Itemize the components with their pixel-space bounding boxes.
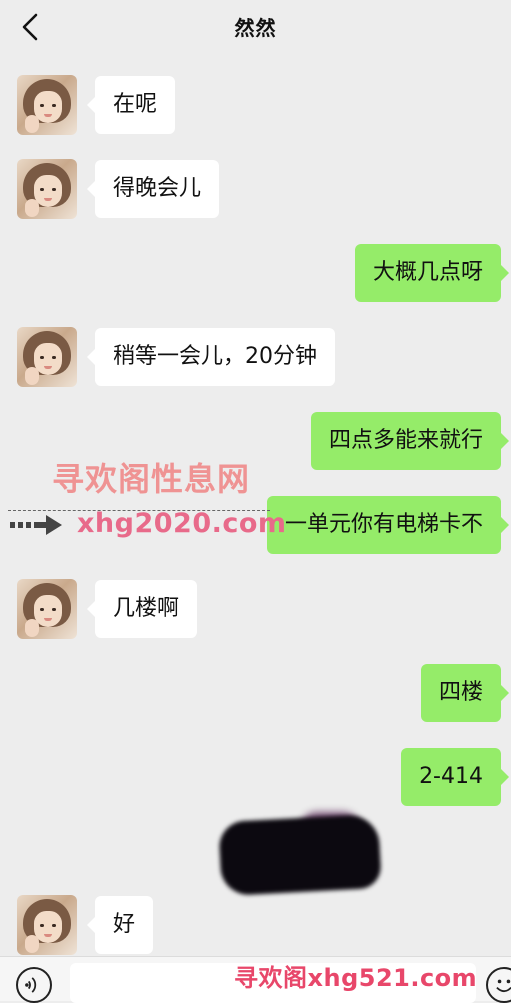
arrow-right-icon (10, 515, 62, 535)
chat-header: 然然 (0, 0, 511, 52)
sent-message[interactable]: 四点多能来就行 (310, 412, 510, 470)
contact-avatar[interactable] (17, 327, 77, 387)
watermark-url: xhg2020.com (77, 508, 287, 539)
contact-avatar[interactable] (17, 579, 77, 639)
emoji-icon[interactable] (486, 967, 511, 1003)
received-message[interactable]: 好 (86, 896, 154, 954)
watermark-title: 寻欢阁性息网 (52, 460, 251, 498)
sent-message[interactable]: 四楼 (420, 664, 510, 722)
received-message[interactable]: 在呢 (86, 76, 176, 134)
contact-avatar[interactable] (17, 895, 77, 955)
sent-message[interactable]: 大概几点呀 (354, 244, 510, 302)
chat-title: 然然 (234, 15, 277, 40)
back-icon[interactable] (14, 10, 48, 44)
received-message[interactable]: 稍等一会儿，20分钟 (87, 328, 335, 386)
watermark-bottom: 寻欢阁xhg521.com (234, 964, 478, 992)
voice-icon[interactable] (16, 967, 52, 1003)
contact-avatar[interactable] (17, 75, 77, 135)
sent-message[interactable]: 2-414 (401, 748, 509, 806)
received-message[interactable]: 几楼啊 (86, 580, 198, 638)
contact-avatar[interactable] (17, 159, 77, 219)
sent-message[interactable]: 一单元你有电梯卡不 (266, 496, 510, 554)
received-message[interactable]: 得晚会儿 (86, 160, 220, 218)
redaction-mark (218, 813, 382, 897)
